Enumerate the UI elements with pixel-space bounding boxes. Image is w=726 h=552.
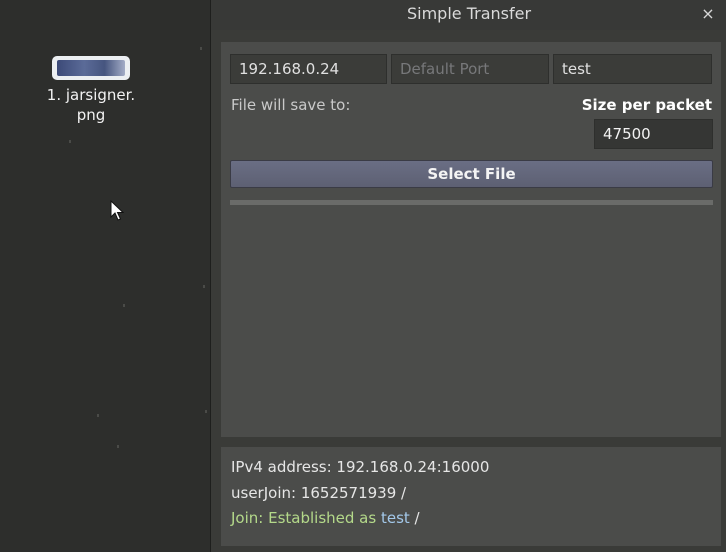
window-title: Simple Transfer xyxy=(406,4,532,23)
packet-size-field[interactable] xyxy=(594,119,713,149)
join-established-text: Established as xyxy=(268,509,381,527)
status-panel: IPv4 address: 192.168.0.24:16000 userJoi… xyxy=(221,447,721,546)
join-suffix: / xyxy=(409,509,420,527)
ip-address-field[interactable] xyxy=(230,54,387,84)
desktop: 1. jarsigner. png xyxy=(0,0,210,552)
select-file-button[interactable]: Select File xyxy=(230,160,713,188)
userjoin-status-line: userJoin: 1652571939 / xyxy=(231,483,407,502)
transfer-panel: File will save to: Size per packet Selec… xyxy=(221,42,721,437)
simple-transfer-window: Simple Transfer × File will save to: Siz… xyxy=(210,0,726,552)
join-prefix: Join: xyxy=(231,509,269,527)
desktop-file-label: 1. jarsigner. png xyxy=(46,86,136,124)
join-status-line: Join: Established as test / xyxy=(231,506,711,532)
username-field[interactable] xyxy=(553,54,712,84)
transfer-progress-bar xyxy=(230,200,713,205)
title-bar[interactable]: Simple Transfer × xyxy=(211,0,726,30)
ipv4-status-line: IPv4 address: 192.168.0.24:16000 xyxy=(231,458,490,476)
desktop-file-icon[interactable]: 1. jarsigner. png xyxy=(36,56,146,125)
packet-size-label: Size per packet xyxy=(581,96,712,114)
mouse-pointer-icon xyxy=(110,200,125,221)
port-field[interactable] xyxy=(391,54,549,84)
save-location-label: File will save to: xyxy=(231,96,351,114)
close-icon[interactable]: × xyxy=(699,3,717,25)
join-username: test xyxy=(380,509,410,527)
image-thumbnail-icon xyxy=(52,56,130,80)
